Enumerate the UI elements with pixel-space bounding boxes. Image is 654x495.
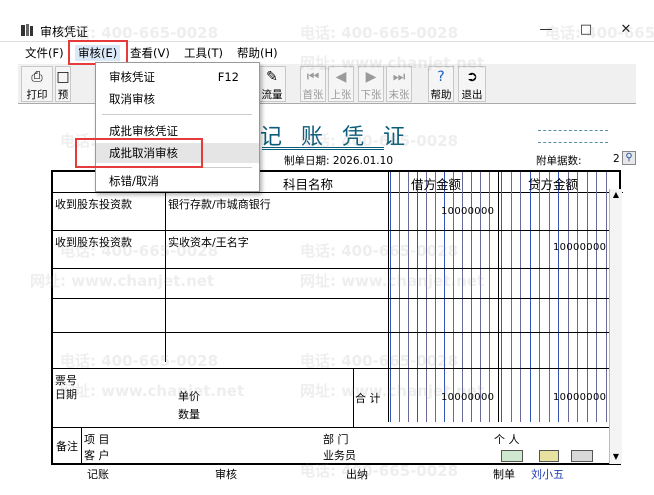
- watermark-phone: 电话: 400-665-0028: [545, 24, 654, 42]
- preview-icon: □: [56, 69, 70, 85]
- menu-item-cancel-audit[interactable]: 取消审核: [96, 89, 259, 109]
- amount-column-line: [548, 172, 550, 422]
- watermark-phone: 电话: 400-665-0028: [300, 462, 459, 480]
- app-icon: [21, 24, 33, 36]
- highlight-batch-cancel-audit: [75, 138, 203, 168]
- watermark-url: 网址: www.chanjet.net: [300, 272, 485, 290]
- tools-icon[interactable]: [571, 450, 593, 462]
- notes-label: 备注: [56, 440, 78, 453]
- menu-view[interactable]: 查看(V): [127, 45, 173, 61]
- amount-column-line: [558, 172, 559, 422]
- date-label: 制单日期: 2026.01.10: [284, 155, 394, 167]
- scroll-down-icon[interactable]: ▼: [610, 451, 622, 463]
- header-credit: 贷方金额: [528, 177, 579, 192]
- menu-item-audit-voucher[interactable]: 审核凭证 F12: [96, 67, 259, 87]
- watermark-phone: 电话: 400-665-0028: [300, 24, 459, 42]
- amount-column-line: [567, 172, 569, 422]
- watermark-url: 网址: www.chanjet.net: [300, 382, 485, 400]
- menu-help[interactable]: 帮助(H): [234, 45, 281, 61]
- printer-icon: ⎙: [31, 69, 43, 85]
- watermark-url: 网址: www.chanjet.net: [300, 54, 485, 72]
- project-label: 项 目: [84, 433, 110, 446]
- date-value[interactable]: 2026.01.10: [333, 155, 393, 167]
- attachments-label: 附单据数:: [536, 155, 582, 167]
- voucher-scrollbar[interactable]: ▲ ▼: [609, 189, 622, 464]
- print-button[interactable]: ⎙ 打印: [21, 66, 53, 102]
- card-icon[interactable]: [501, 450, 523, 462]
- amount-column-line: [539, 172, 540, 422]
- voucher-no-line: [538, 142, 608, 143]
- preview-button[interactable]: □ 预: [55, 66, 71, 102]
- record-icon[interactable]: [539, 450, 559, 462]
- bookkeeper-label: 记账: [87, 468, 109, 481]
- amount-column-line: [586, 172, 588, 422]
- total-credit: 10000000: [553, 392, 607, 403]
- watermark-phone: 电话: 400-665-0028: [300, 132, 459, 150]
- amount-column-line: [605, 172, 607, 422]
- person-label: 个 人: [494, 433, 520, 446]
- voucher-no-line: [538, 130, 608, 131]
- row-subject[interactable]: 银行存款/市城商银行: [168, 196, 271, 212]
- amount-column-line: [501, 172, 502, 422]
- row-debit[interactable]: 10000000: [441, 206, 494, 217]
- header-subject: 科目名称: [283, 177, 334, 192]
- amount-column-line: [577, 172, 578, 422]
- attachments-value[interactable]: 2: [613, 153, 620, 165]
- header-debit: 借方金额: [411, 177, 462, 192]
- amount-column-line: [510, 172, 512, 422]
- row-summary[interactable]: 收到股东投资款: [55, 196, 132, 212]
- voucher-table: 科目名称 借方金额 贷方金额 收到股东投资款 银行存款/市城商银行 100000…: [51, 170, 623, 465]
- auditor-label: 审核: [215, 468, 237, 481]
- row-credit[interactable]: 10000000: [553, 242, 606, 253]
- watermark-phone: 电话: 400-665-0028: [60, 242, 219, 260]
- magnifier-icon[interactable]: ⚲: [622, 151, 636, 165]
- department-label: 部 门: [323, 433, 349, 446]
- watermark-phone: 电话: 400-665-0028: [300, 352, 459, 370]
- creator-value: 刘小五: [531, 468, 564, 481]
- amount-column-line: [596, 172, 597, 422]
- shortcut-f12: F12: [217, 70, 239, 84]
- flow-icon: ✎: [266, 69, 278, 85]
- quantity-label: 数量: [178, 408, 200, 421]
- flow-button[interactable]: ✎ 流量: [258, 66, 286, 102]
- menu-separator: [102, 114, 252, 115]
- audit-dropdown-menu: 审核凭证 F12 取消审核 成批审核凭证 成批取消审核 标错/取消: [95, 62, 260, 192]
- watermark-url: 网址: www.chanjet.net: [30, 272, 215, 290]
- menu-file[interactable]: 文件(F): [22, 45, 67, 61]
- watermark-phone: 电话: 400-665-0028: [60, 352, 219, 370]
- scroll-up-icon[interactable]: ▲: [610, 189, 622, 201]
- watermark-url: 网址: www.chanjet.net: [60, 382, 245, 400]
- menu-tools[interactable]: 工具(T): [181, 45, 226, 61]
- amount-column-line: [520, 172, 521, 422]
- customer-label: 客 户: [84, 449, 110, 462]
- menu-item-mark-error[interactable]: 标错/取消: [96, 171, 259, 191]
- amount-column-line: [529, 172, 531, 422]
- creator-label: 制单: [493, 468, 515, 481]
- watermark-phone: 电话: 400-665-0028: [300, 242, 459, 260]
